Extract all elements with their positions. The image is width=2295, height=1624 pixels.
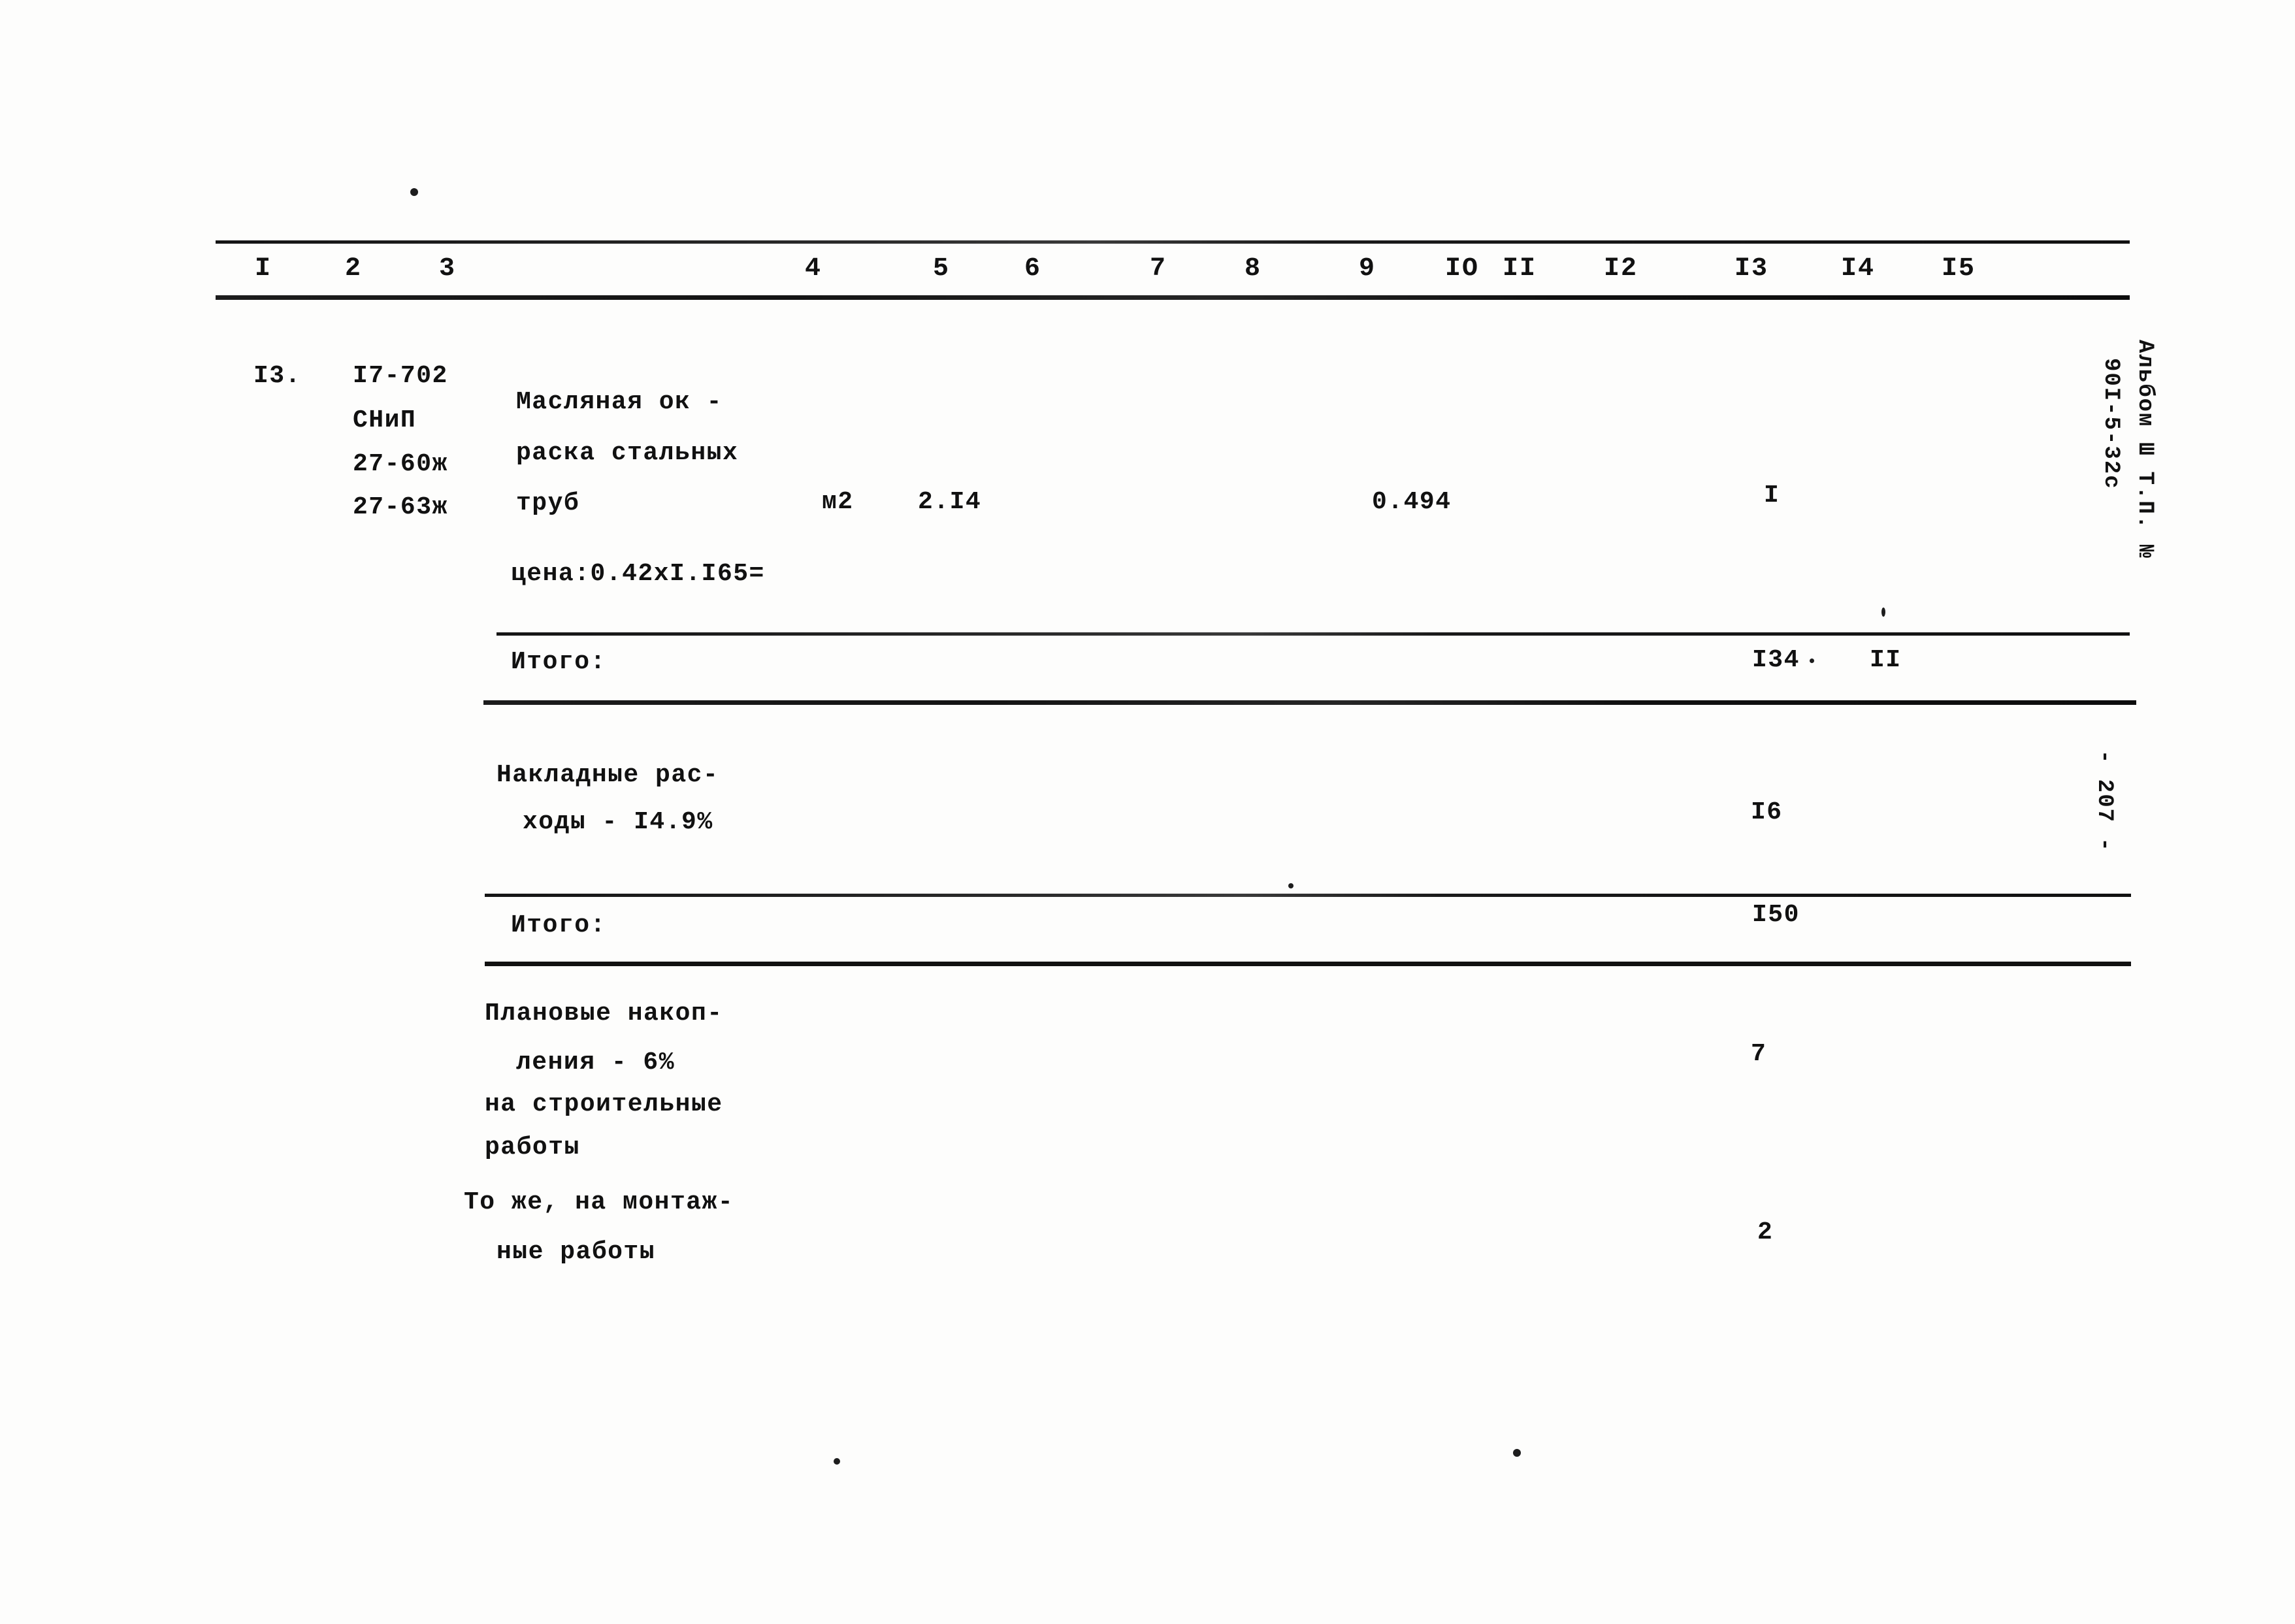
row-rate: 0.494 bbox=[1372, 488, 1452, 516]
row-description-line-1: Масляная ок - bbox=[516, 388, 723, 416]
summary-1-label: Итого: bbox=[511, 648, 606, 676]
summary-rule-3 bbox=[485, 894, 2131, 897]
scan-speck bbox=[1881, 608, 1885, 617]
column-header-2: 2 bbox=[345, 254, 363, 284]
summary-2-label-line-2: ходы - I4.9% bbox=[523, 808, 713, 836]
column-header-13: I3 bbox=[1734, 254, 1769, 284]
column-header-8: 8 bbox=[1245, 254, 1262, 284]
column-header-14: I4 bbox=[1841, 254, 1876, 284]
summary-4-label-line-1: Плановые накоп- bbox=[485, 999, 723, 1028]
column-header-10: IO bbox=[1445, 254, 1480, 284]
summary-1-col13: I34 bbox=[1752, 646, 1800, 674]
summary-4-col13: 7 bbox=[1751, 1040, 1767, 1068]
row-code-line-2: СНиП bbox=[353, 406, 417, 434]
scan-speck bbox=[1513, 1449, 1521, 1457]
album-label: Альбом Ш Т.П. № bbox=[2132, 340, 2157, 560]
row-item-number: I3. bbox=[253, 362, 301, 390]
summary-4-label-line-2: ления - 6% bbox=[516, 1048, 675, 1077]
column-header-9: 9 bbox=[1359, 254, 1376, 284]
row-description-line-3: труб bbox=[516, 489, 580, 517]
header-rule-bottom bbox=[216, 295, 2130, 300]
summary-5-label-line-1: То же, на монтаж- bbox=[464, 1188, 734, 1216]
column-header-6: 6 bbox=[1024, 254, 1042, 284]
column-header-5: 5 bbox=[933, 254, 951, 284]
row-code-line-1: I7-702 bbox=[353, 362, 448, 390]
summary-3-label: Итого: bbox=[511, 911, 606, 939]
album-number: 90I-5-32с bbox=[2098, 358, 2123, 490]
summary-2-label-line-1: Накладные рас- bbox=[496, 761, 719, 789]
column-header-12: I2 bbox=[1604, 254, 1638, 284]
row-quantity: 2.I4 bbox=[918, 488, 982, 516]
summary-2-col13: I6 bbox=[1751, 798, 1783, 826]
summary-rule-4 bbox=[485, 962, 2131, 966]
summary-1-col14: II bbox=[1870, 646, 1902, 674]
scan-speck bbox=[410, 188, 418, 196]
summary-4-label-line-3: на строительные bbox=[485, 1090, 723, 1118]
column-header-15: I5 bbox=[1942, 254, 1976, 284]
row-unit: м2 bbox=[822, 488, 854, 516]
header-rule-top bbox=[216, 240, 2130, 244]
scan-speck bbox=[834, 1458, 840, 1465]
row-description-line-2: раска стальных bbox=[516, 439, 739, 467]
row-col13-value: I bbox=[1764, 481, 1780, 510]
scan-speck bbox=[1810, 658, 1814, 663]
summary-rule-2 bbox=[483, 700, 2136, 705]
column-header-11: II bbox=[1503, 254, 1537, 284]
row-code-line-4: 27-63ж bbox=[353, 493, 448, 521]
summary-3-col13: I50 bbox=[1752, 901, 1800, 929]
column-header-4: 4 bbox=[805, 254, 822, 284]
row-price-note: цена:0.42хI.I65= bbox=[511, 560, 765, 588]
column-header-3: 3 bbox=[439, 254, 457, 284]
page-marker: - 207 - bbox=[2092, 750, 2117, 853]
summary-5-col13: 2 bbox=[1757, 1218, 1774, 1246]
summary-rule-1 bbox=[496, 632, 2130, 636]
column-header-7: 7 bbox=[1150, 254, 1167, 284]
scan-speck bbox=[1288, 883, 1294, 888]
column-header-1: I bbox=[255, 254, 272, 284]
summary-4-label-line-4: работы bbox=[485, 1133, 580, 1161]
row-code-line-3: 27-60ж bbox=[353, 450, 448, 478]
summary-5-label-line-2: ные работы bbox=[496, 1238, 656, 1266]
scanned-page: I 2 3 4 5 6 7 8 9 IO II I2 I3 I4 I5 I3. … bbox=[0, 0, 2295, 1624]
